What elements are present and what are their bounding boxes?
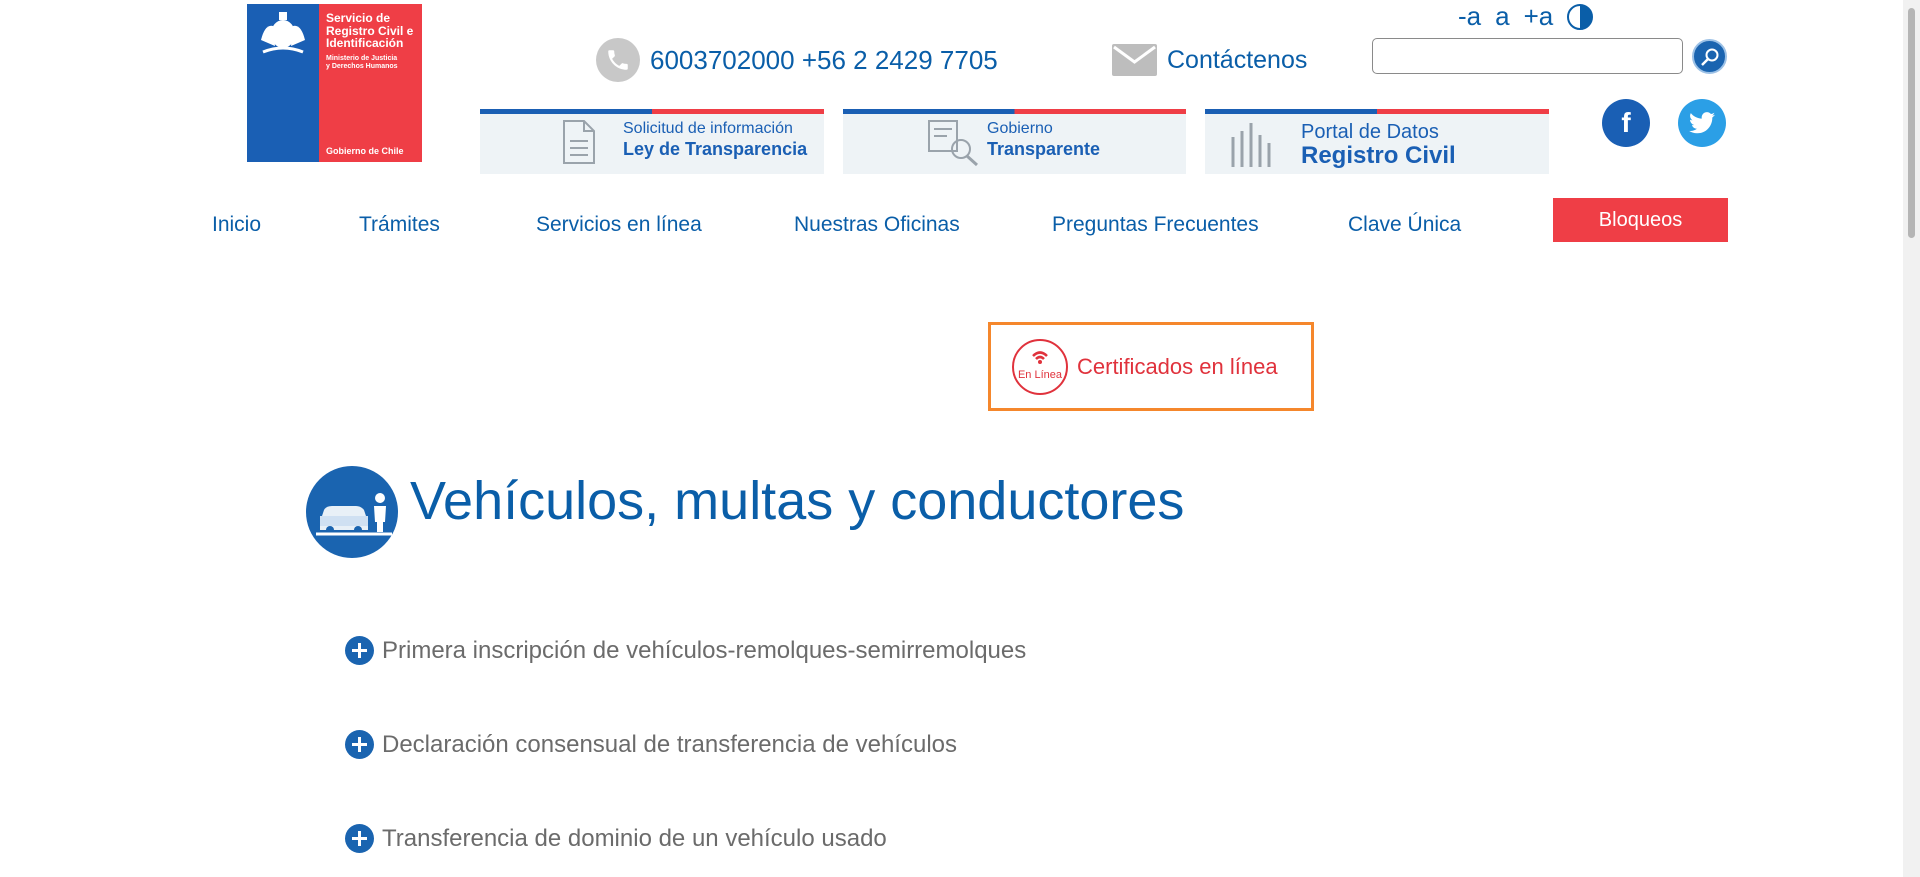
logo-name-line: Servicio de	[326, 11, 391, 25]
facebook-button[interactable]: f	[1602, 99, 1650, 147]
plus-icon	[345, 636, 374, 665]
nav-clave-unica[interactable]: Clave Única	[1348, 213, 1461, 237]
en-linea-badge-text: En Línea	[1018, 369, 1063, 381]
twitter-button[interactable]	[1678, 99, 1726, 147]
accordion-item-label: Transferencia de dominio de un vehículo …	[382, 824, 887, 852]
banner-subtitle: Solicitud de información	[623, 120, 793, 137]
facebook-icon: f	[1621, 107, 1631, 138]
logo-red-panel: Servicio de Registro Civil e Identificac…	[319, 4, 422, 162]
vehicle-person-icon	[306, 466, 398, 558]
logo-ministry-line: y Derechos Humanos	[326, 62, 398, 70]
font-decrease-button[interactable]: -a	[1458, 1, 1481, 32]
contact-label: Contáctenos	[1167, 45, 1308, 74]
bar-chart-icon	[1231, 123, 1271, 167]
en-linea-badge-icon: En Línea	[1012, 338, 1068, 395]
chile-coat-of-arms-icon	[261, 12, 305, 54]
phone-number: 6003702000 +56 2 2429 7705	[650, 44, 998, 75]
search-icon	[1700, 48, 1718, 66]
font-normal-button[interactable]: a	[1495, 1, 1509, 32]
page-title: Vehículos, multas y conductores	[410, 471, 1185, 531]
banner-title: Ley de Transparencia	[623, 139, 808, 159]
logo-ministry-line: Ministerio de Justicia	[326, 54, 398, 62]
logo-name: Servicio de Registro Civil e Identificac…	[326, 12, 418, 50]
banner-text: Solicitud de información Ley de Transpar…	[623, 120, 807, 160]
banner-subtitle: Portal de Datos	[1301, 121, 1439, 143]
nav-tramites[interactable]: Trámites	[359, 213, 440, 237]
transparency-banner[interactable]: Solicitud de información Ley de Transpar…	[480, 109, 824, 174]
certificados-en-linea-link[interactable]: En Línea Certificados en línea	[988, 322, 1314, 411]
nav-servicios-en-linea[interactable]: Servicios en línea	[536, 213, 702, 237]
plus-icon	[345, 730, 374, 759]
accordion-item[interactable]: Primera inscripción de vehículos-remolqu…	[345, 636, 1026, 665]
logo-ministry: Ministerio de Justicia y Derechos Humano…	[326, 55, 418, 71]
accordion-item[interactable]: Declaración consensual de transferencia …	[345, 730, 957, 759]
search-button[interactable]	[1692, 39, 1727, 74]
banner-text: Portal de Datos Registro Civil	[1301, 121, 1456, 169]
banner-color-bar	[843, 109, 1186, 114]
document-search-icon	[928, 120, 979, 167]
scrollbar-thumb[interactable]	[1908, 8, 1915, 238]
phone-icon	[596, 38, 640, 82]
accordion-item-label: Declaración consensual de transferencia …	[382, 730, 958, 758]
phone-contact[interactable]: 6003702000 +56 2 2429 7705	[596, 38, 998, 82]
logo-blue-panel	[247, 4, 319, 162]
plus-icon	[345, 824, 374, 853]
accordion-item[interactable]: Transferencia de dominio de un vehículo …	[345, 824, 887, 853]
document-icon	[563, 120, 595, 164]
logo-government: Gobierno de Chile	[326, 146, 404, 156]
nav-preguntas-frecuentes[interactable]: Preguntas Frecuentes	[1052, 213, 1259, 237]
font-size-tools: -a a +a	[1458, 1, 1594, 32]
registro-civil-logo[interactable]: Servicio de Registro Civil e Identificac…	[247, 4, 422, 162]
banner-color-bar	[1205, 109, 1549, 114]
certificados-label: Certificados en línea	[1077, 353, 1278, 379]
search-input[interactable]	[1372, 38, 1683, 74]
font-increase-button[interactable]: +a	[1524, 1, 1554, 32]
logo-name-line: Identificación	[326, 36, 404, 50]
twitter-bird-icon	[1689, 112, 1715, 134]
banner-color-bar	[480, 109, 824, 114]
accordion-item-label: Primera inscripción de vehículos-remolqu…	[382, 636, 1027, 664]
banner-subtitle: Gobierno	[987, 120, 1053, 137]
nav-bloqueos-button[interactable]: Bloqueos	[1553, 198, 1728, 242]
banner-text: Gobierno Transparente	[987, 120, 1100, 160]
nav-inicio[interactable]: Inicio	[212, 213, 261, 237]
nav-nuestras-oficinas[interactable]: Nuestras Oficinas	[794, 213, 960, 237]
gobierno-transparente-banner[interactable]: Gobierno Transparente	[843, 109, 1186, 174]
contact-link[interactable]: Contáctenos	[1112, 44, 1307, 76]
envelope-icon	[1112, 44, 1157, 76]
contrast-toggle-icon[interactable]	[1567, 3, 1594, 30]
banner-title: Transparente	[987, 139, 1101, 159]
banner-title: Registro Civil	[1301, 142, 1456, 169]
portal-datos-banner[interactable]: Portal de Datos Registro Civil	[1205, 109, 1549, 174]
